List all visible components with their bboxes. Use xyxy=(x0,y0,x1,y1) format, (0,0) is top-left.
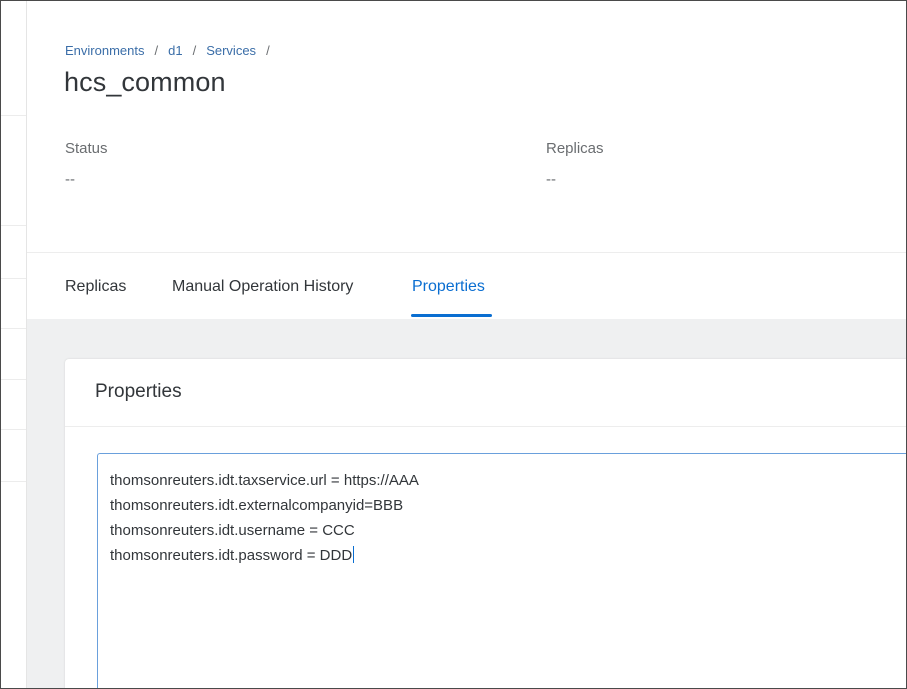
breadcrumb-environments-link[interactable]: Environments xyxy=(65,43,144,58)
service-detail-page: Environments / d1 / Services / hcs_common Sta… xyxy=(27,1,906,688)
property-line-url: thomsonreuters.idt.taxservice.url = http… xyxy=(110,472,419,489)
breadcrumb: Environments / d1 / Services / xyxy=(65,43,280,58)
property-line-companyid: thomsonreuters.idt.externalcompanyid=BBB xyxy=(110,497,404,514)
nav-divider xyxy=(1,278,26,279)
card-divider xyxy=(65,426,906,427)
properties-card: Properties thomsonreuters.idt.taxservice… xyxy=(65,359,906,688)
content-area: Properties thomsonreuters.idt.taxservice… xyxy=(27,319,906,688)
status-label: Status xyxy=(65,140,108,157)
replicas-value: -- xyxy=(546,171,556,188)
nav-divider xyxy=(1,379,26,380)
breadcrumb-separator: / xyxy=(154,43,159,58)
replicas-label: Replicas xyxy=(546,140,604,157)
nav-divider xyxy=(1,328,26,329)
property-line-username: thomsonreuters.idt.username = CCC xyxy=(110,522,355,539)
page-title: hcs_common xyxy=(64,67,226,97)
tab-bar: Replicas Manual Operation History Proper… xyxy=(27,253,906,319)
active-tab-indicator xyxy=(411,314,492,317)
properties-card-title: Properties xyxy=(95,381,182,402)
breadcrumb-d1-link[interactable]: d1 xyxy=(168,43,182,58)
tab-manual-operation-history[interactable]: Manual Operation History xyxy=(172,278,353,296)
property-line-password-row: thomsonreuters.idt.password = DDD xyxy=(110,543,904,568)
nav-divider xyxy=(1,115,26,116)
property-line-password: thomsonreuters.idt.password = DDD xyxy=(110,547,353,564)
text-caret xyxy=(353,546,355,563)
breadcrumb-separator: / xyxy=(192,43,197,58)
tab-properties[interactable]: Properties xyxy=(412,278,485,296)
left-navigation-strip xyxy=(1,1,27,688)
nav-divider xyxy=(1,481,26,482)
tab-replicas[interactable]: Replicas xyxy=(65,278,126,296)
breadcrumb-separator: / xyxy=(266,43,270,58)
nav-divider xyxy=(1,225,26,226)
breadcrumb-services-link[interactable]: Services xyxy=(206,43,256,58)
status-value: -- xyxy=(65,171,75,188)
nav-divider xyxy=(1,429,26,430)
app-frame: Environments / d1 / Services / hcs_common Sta… xyxy=(0,0,907,689)
properties-textarea[interactable]: thomsonreuters.idt.taxservice.url = http… xyxy=(97,453,906,688)
